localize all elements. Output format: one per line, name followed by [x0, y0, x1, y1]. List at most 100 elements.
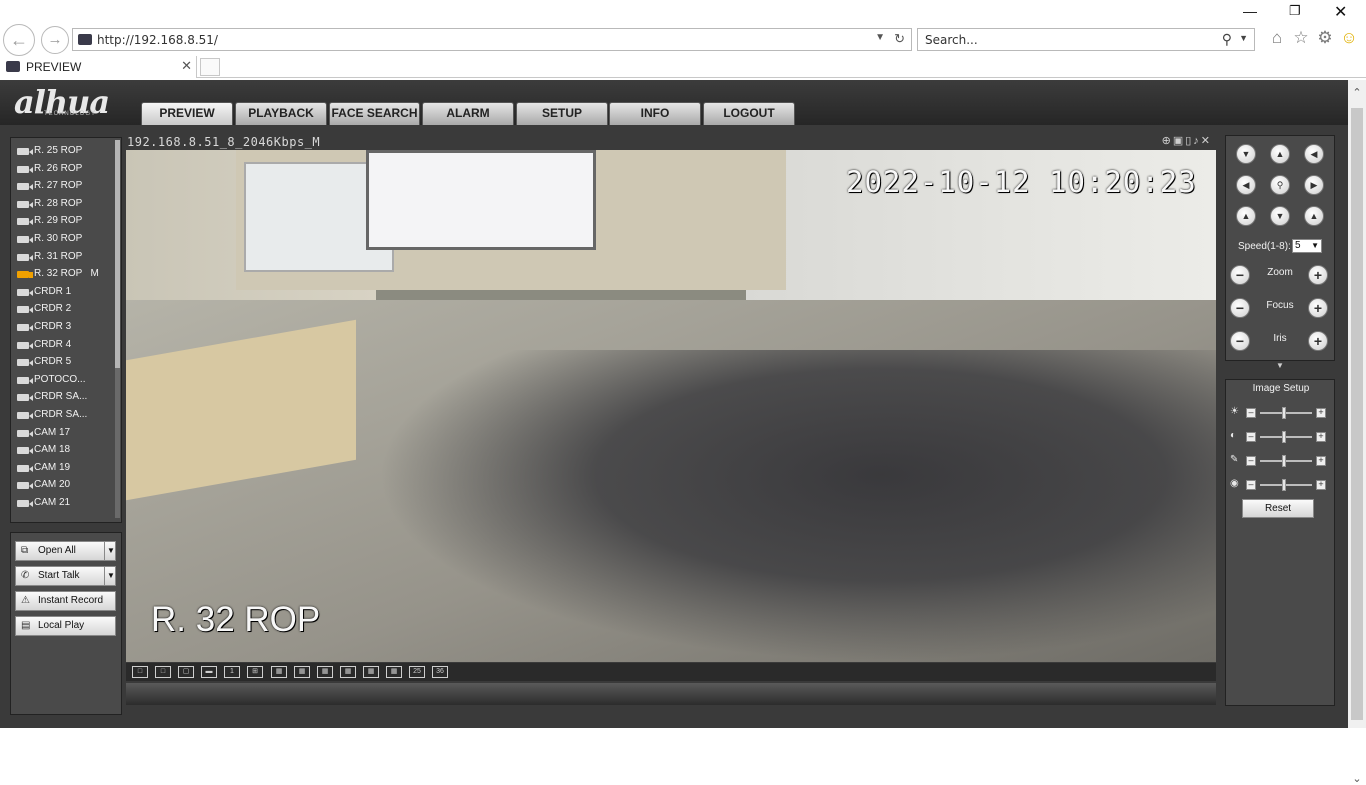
back-button[interactable]: ←	[3, 24, 35, 56]
contrast-slider[interactable]	[1260, 431, 1312, 443]
layout-9-button[interactable]: ▦	[317, 666, 333, 678]
camera-label[interactable]: R. 28 ROP	[34, 198, 82, 209]
refresh-icon[interactable]: ↻	[894, 31, 905, 47]
camera-label[interactable]: R. 29 ROP	[34, 215, 82, 226]
layout-fullscreen-button[interactable]: □	[132, 666, 148, 678]
ptz-speed-value[interactable]: 5	[1295, 240, 1301, 251]
layout-13-button[interactable]: ▦	[340, 666, 356, 678]
address-bar[interactable]: http://192.168.8.51/ ▼ ↻	[72, 28, 912, 51]
saturation-plus-button[interactable]: +	[1316, 456, 1326, 466]
scroll-thumb[interactable]	[1351, 108, 1363, 720]
iris-minus-button[interactable]: −	[1230, 331, 1250, 351]
video-feed[interactable]: 2022-10-12 10:20:23 R. 32 ROP	[126, 150, 1216, 662]
minimize-icon[interactable]: —	[1243, 3, 1257, 19]
ptz-down-icon[interactable]: ▼	[1270, 206, 1290, 226]
favorites-star-icon[interactable]: ☆	[1291, 28, 1311, 48]
saturation-minus-button[interactable]: –	[1246, 456, 1256, 466]
camera-label[interactable]: CRDR 5	[34, 356, 71, 367]
contrast-plus-button[interactable]: +	[1316, 432, 1326, 442]
settings-gear-icon[interactable]: ⚙	[1315, 28, 1335, 48]
nav-info[interactable]: INFO	[609, 102, 701, 125]
camera-label[interactable]: R. 26 ROP	[34, 163, 82, 174]
nav-alarm[interactable]: ALARM	[422, 102, 514, 125]
camera-label[interactable]: R. 25 ROP	[34, 145, 82, 156]
forward-button[interactable]: →	[41, 26, 69, 54]
zoom-in-button[interactable]: +	[1308, 265, 1328, 285]
layout-1-button[interactable]: 1	[224, 666, 240, 678]
focus-minus-button[interactable]: −	[1230, 298, 1250, 318]
layout-original-button[interactable]: □	[155, 666, 171, 678]
layout-wide-button[interactable]: ▬	[201, 666, 217, 678]
brightness-slider[interactable]	[1260, 407, 1312, 419]
ptz-down-left-icon[interactable]: ▲	[1236, 206, 1256, 226]
saturation-slider[interactable]	[1260, 455, 1312, 467]
camera-label[interactable]: CRDR 4	[34, 339, 71, 350]
camera-label[interactable]: R. 32 ROP M	[34, 268, 99, 279]
ptz-up-right-icon[interactable]: ◀	[1304, 144, 1324, 164]
scroll-down-icon[interactable]: ⌄	[1348, 772, 1366, 785]
hue-slider-thumb[interactable]	[1282, 479, 1286, 491]
hue-minus-button[interactable]: –	[1246, 480, 1256, 490]
home-icon[interactable]: ⌂	[1267, 28, 1287, 48]
nav-playback[interactable]: PLAYBACK	[235, 102, 327, 125]
layout-25-button[interactable]: 25	[409, 666, 425, 678]
feedback-smiley-icon[interactable]: ☺	[1339, 28, 1359, 48]
open-all-dropdown-icon[interactable]: ▼	[104, 542, 117, 560]
hue-slider[interactable]	[1260, 479, 1312, 491]
ptz-speed-select[interactable]: 5 ▼	[1292, 239, 1322, 253]
camera-label[interactable]: CAM 19	[34, 462, 70, 473]
layout-fit-button[interactable]: ▢	[178, 666, 194, 678]
browser-tab[interactable]: PREVIEW ✕	[0, 56, 197, 78]
restore-icon[interactable]: ❐	[1289, 3, 1301, 19]
zoom-in-icon[interactable]: ⊕	[1162, 135, 1173, 147]
contrast-slider-thumb[interactable]	[1282, 431, 1286, 443]
camera-label[interactable]: R. 27 ROP	[34, 180, 82, 191]
ptz-up-left-icon[interactable]: ▼	[1236, 144, 1256, 164]
reset-button[interactable]: Reset	[1242, 499, 1314, 518]
saturation-slider-thumb[interactable]	[1282, 455, 1286, 467]
tab-title[interactable]: PREVIEW	[26, 60, 81, 74]
chevron-down-icon[interactable]: ▼	[1311, 240, 1319, 252]
hue-plus-button[interactable]: +	[1316, 480, 1326, 490]
ptz-left-icon[interactable]: ◀	[1236, 175, 1256, 195]
nav-preview[interactable]: PREVIEW	[141, 102, 233, 125]
camera-label[interactable]: CRDR 2	[34, 303, 71, 314]
nav-logout[interactable]: LOGOUT	[703, 102, 795, 125]
brightness-plus-button[interactable]: +	[1316, 408, 1326, 418]
layout-16-button[interactable]: ▦	[363, 666, 379, 678]
ptz-up-icon[interactable]: ▲	[1270, 144, 1290, 164]
instant-record-button[interactable]: ⚠ Instant Record	[15, 591, 116, 611]
camera-label[interactable]: CRDR 1	[34, 286, 71, 297]
start-talk-dropdown-icon[interactable]: ▼	[104, 567, 117, 585]
browser-search-box[interactable]: Search... ⚲ ▼	[917, 28, 1255, 51]
nav-setup[interactable]: SETUP	[516, 102, 608, 125]
camera-label[interactable]: CAM 21	[34, 497, 70, 508]
layout-8-button[interactable]: ▦	[294, 666, 310, 678]
local-play-button[interactable]: ▤ Local Play	[15, 616, 116, 636]
camera-label[interactable]: POTOCO...	[34, 374, 86, 385]
search-icon[interactable]: ⚲	[1222, 31, 1232, 48]
tab-close-icon[interactable]: ✕	[181, 58, 192, 74]
camera-label[interactable]: R. 31 ROP	[34, 251, 82, 262]
layout-4-button[interactable]: ⊞	[247, 666, 263, 678]
zoom-out-button[interactable]: −	[1230, 265, 1250, 285]
start-talk-button[interactable]: ✆ Start Talk ▼	[15, 566, 116, 586]
search-dropdown-icon[interactable]: ▼	[1239, 33, 1248, 43]
close-video-icon[interactable]: ✕	[1201, 135, 1212, 147]
camera-label[interactable]: CRDR 3	[34, 321, 71, 332]
camera-label[interactable]: CAM 20	[34, 479, 70, 490]
brightness-minus-button[interactable]: –	[1246, 408, 1256, 418]
new-tab-button[interactable]	[200, 58, 220, 76]
close-window-icon[interactable]: ✕	[1334, 2, 1347, 22]
audio-icon[interactable]: ♪	[1193, 135, 1201, 147]
camera-list-scrollbar[interactable]	[115, 140, 120, 518]
layout-36-button[interactable]: 36	[432, 666, 448, 678]
brightness-slider-thumb[interactable]	[1282, 407, 1286, 419]
contrast-minus-button[interactable]: –	[1246, 432, 1256, 442]
snapshot-icon[interactable]: ▣	[1173, 135, 1185, 147]
camera-list-scroll-thumb[interactable]	[115, 140, 120, 368]
layout-6-button[interactable]: ▦	[271, 666, 287, 678]
layout-20-button[interactable]: ▦	[386, 666, 402, 678]
ptz-center-icon[interactable]: ⚲	[1270, 175, 1290, 195]
ptz-down-right-icon[interactable]: ▲	[1304, 206, 1324, 226]
